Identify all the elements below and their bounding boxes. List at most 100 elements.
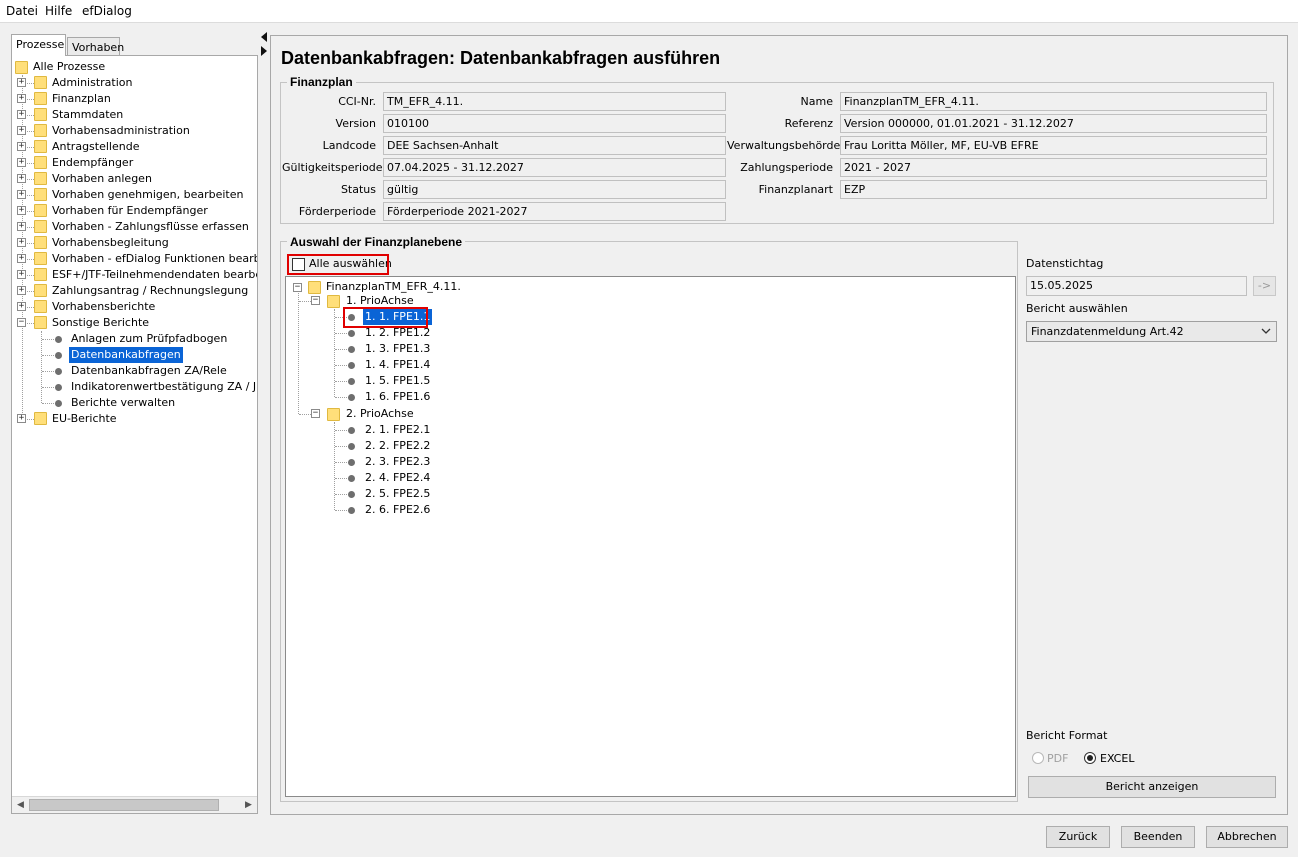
collapse-icon[interactable]: − xyxy=(17,318,26,327)
finanzplan-leaf[interactable]: 1. 6. FPE1.6 xyxy=(365,389,430,405)
expand-icon[interactable]: + xyxy=(17,126,26,135)
process-tree-item[interactable]: Vorhabensberichte xyxy=(52,299,155,315)
expand-icon[interactable]: + xyxy=(17,286,26,295)
process-tree-item[interactable]: Vorhaben - Zahlungsflüsse erfassen xyxy=(52,219,249,235)
process-tree-subitem[interactable]: Indikatorenwertbestätigung ZA / JDB xyxy=(71,379,257,395)
tree-prioachse-2[interactable]: 2. PrioAchse xyxy=(346,406,414,422)
end-button[interactable]: Beenden xyxy=(1121,826,1195,848)
collapse-icon[interactable]: − xyxy=(293,283,302,292)
finanzplan-field[interactable]: 07.04.2025 - 31.12.2027 xyxy=(383,158,726,177)
back-button[interactable]: Zurück xyxy=(1046,826,1110,848)
folder-icon xyxy=(34,412,47,425)
collapse-icon[interactable]: − xyxy=(311,409,320,418)
format-excel-label[interactable]: EXCEL xyxy=(1100,752,1134,765)
expand-icon[interactable]: + xyxy=(17,270,26,279)
finanzplan-field[interactable]: DEE Sachsen-Anhalt xyxy=(383,136,726,155)
tab-prozesse[interactable]: Prozesse xyxy=(11,34,66,56)
process-tree-item[interactable]: Vorhaben für Endempfänger xyxy=(52,203,208,219)
process-tree-item[interactable]: Sonstige Berichte xyxy=(52,315,149,331)
panel-collapse-icon[interactable] xyxy=(260,32,268,58)
finanzplan-leaf[interactable]: 1. 3. FPE1.3 xyxy=(365,341,430,357)
finanzplan-leaf[interactable]: 1. 4. FPE1.4 xyxy=(365,357,430,373)
expand-icon[interactable]: + xyxy=(17,206,26,215)
cancel-button[interactable]: Abbrechen xyxy=(1206,826,1288,848)
leaf-icon xyxy=(55,384,62,391)
process-tree-item[interactable]: Administration xyxy=(52,75,133,91)
expand-icon[interactable]: + xyxy=(17,414,26,423)
finanzplan-leaf[interactable]: 2. 4. FPE2.4 xyxy=(365,470,430,486)
expand-icon[interactable]: + xyxy=(17,174,26,183)
process-tree-item[interactable]: Antragstellende xyxy=(52,139,139,155)
process-tree-item[interactable]: Endempfänger xyxy=(52,155,133,171)
menu-datei[interactable]: Datei xyxy=(6,4,38,18)
datenstichtag-go-button[interactable]: -> xyxy=(1253,276,1276,296)
process-tree-subitem[interactable]: Anlagen zum Prüfpfadbogen xyxy=(71,331,227,347)
process-tree-item[interactable]: Vorhaben genehmigen, bearbeiten xyxy=(52,187,243,203)
collapse-icon[interactable]: − xyxy=(311,296,320,305)
finanzplan-field[interactable]: 010100 xyxy=(383,114,726,133)
process-tree-subitem[interactable]: Datenbankabfragen ZA/Rele xyxy=(71,363,227,379)
expand-icon[interactable]: + xyxy=(17,94,26,103)
process-tree-item[interactable]: Vorhaben anlegen xyxy=(52,171,152,187)
finanzplan-field[interactable]: FinanzplanTM_EFR_4.11. xyxy=(840,92,1267,111)
expand-icon[interactable]: + xyxy=(17,110,26,119)
finanzplan-leaf[interactable]: 2. 1. FPE2.1 xyxy=(365,422,430,438)
process-tree-item[interactable]: EU-Berichte xyxy=(52,411,117,427)
highlight-selected-node xyxy=(343,307,428,328)
process-tree-item[interactable]: ESF+/JTF-Teilnehmendendaten bearbeiten xyxy=(52,267,257,283)
tree-root[interactable]: Alle Prozesse xyxy=(33,59,105,75)
folder-icon xyxy=(327,408,340,421)
folder-icon xyxy=(34,220,47,233)
finanzplan-leaf[interactable]: 2. 3. FPE2.3 xyxy=(365,454,430,470)
finanzplan-leaf[interactable]: 1. 5. FPE1.5 xyxy=(365,373,430,389)
finanzplan-field[interactable]: Version 000000, 01.01.2021 - 31.12.2027 xyxy=(840,114,1267,133)
expand-icon[interactable]: + xyxy=(17,302,26,311)
format-pdf-label[interactable]: PDF xyxy=(1047,752,1068,765)
process-tree-item[interactable]: Zahlungsantrag / Rechnungslegung xyxy=(52,283,248,299)
finanzplan-leaf[interactable]: 2. 2. FPE2.2 xyxy=(365,438,430,454)
finanzplan-label: Version xyxy=(335,117,376,130)
menu-efdialog[interactable]: efDialog xyxy=(82,4,132,18)
finanzplan-leaf[interactable]: 2. 5. FPE2.5 xyxy=(365,486,430,502)
menu-bar: Datei Hilfe efDialog xyxy=(0,0,1298,22)
finanzplan-field[interactable]: EZP xyxy=(840,180,1267,199)
folder-icon xyxy=(34,92,47,105)
menu-hilfe[interactable]: Hilfe xyxy=(45,4,72,18)
scroll-thumb[interactable] xyxy=(29,799,219,811)
folder-icon xyxy=(34,124,47,137)
process-tree-item[interactable]: Stammdaten xyxy=(52,107,123,123)
finanzplan-field[interactable]: Förderperiode 2021-2027 xyxy=(383,202,726,221)
expand-icon[interactable]: + xyxy=(17,158,26,167)
expand-icon[interactable]: + xyxy=(17,78,26,87)
datenstichtag-field[interactable]: 15.05.2025 xyxy=(1026,276,1247,296)
finanzplan-field[interactable]: TM_EFR_4.11. xyxy=(383,92,726,111)
scroll-left-icon[interactable]: ◀ xyxy=(12,797,29,813)
tree-line xyxy=(299,414,311,415)
expand-icon[interactable]: + xyxy=(17,238,26,247)
format-pdf-radio[interactable] xyxy=(1032,752,1044,764)
process-tree-item[interactable]: Vorhaben - efDialog Funktionen bearbeite… xyxy=(52,251,257,267)
bericht-anzeigen-button[interactable]: Bericht anzeigen xyxy=(1028,776,1276,798)
horizontal-scrollbar[interactable]: ◀ ▶ xyxy=(12,796,257,813)
finanzplan-field[interactable]: gültig xyxy=(383,180,726,199)
expand-icon[interactable]: + xyxy=(17,222,26,231)
leaf-icon xyxy=(348,459,355,466)
expand-icon[interactable]: + xyxy=(17,142,26,151)
finanzplan-field[interactable]: Frau Loritta Möller, MF, EU-VB EFRE xyxy=(840,136,1267,155)
expand-icon[interactable]: + xyxy=(17,190,26,199)
process-tree-item[interactable]: Finanzplan xyxy=(52,91,111,107)
tree-line xyxy=(335,397,347,398)
bericht-select[interactable]: Finanzdatenmeldung Art.42 xyxy=(1026,321,1277,342)
process-tree-subitem[interactable]: Datenbankabfragen xyxy=(69,347,183,363)
expand-icon[interactable]: + xyxy=(17,254,26,263)
scroll-right-icon[interactable]: ▶ xyxy=(240,797,257,813)
tree-line xyxy=(335,510,347,511)
process-tree-item[interactable]: Vorhabensbegleitung xyxy=(52,235,169,251)
finanzplan-leaf[interactable]: 2. 6. FPE2.6 xyxy=(365,502,430,518)
finanzplan-field[interactable]: 2021 - 2027 xyxy=(840,158,1267,177)
format-excel-radio[interactable] xyxy=(1084,752,1096,764)
tree-line xyxy=(334,309,335,397)
tab-vorhaben[interactable]: Vorhaben xyxy=(67,37,124,55)
process-tree-item[interactable]: Vorhabensadministration xyxy=(52,123,190,139)
process-tree-subitem[interactable]: Berichte verwalten xyxy=(71,395,175,411)
